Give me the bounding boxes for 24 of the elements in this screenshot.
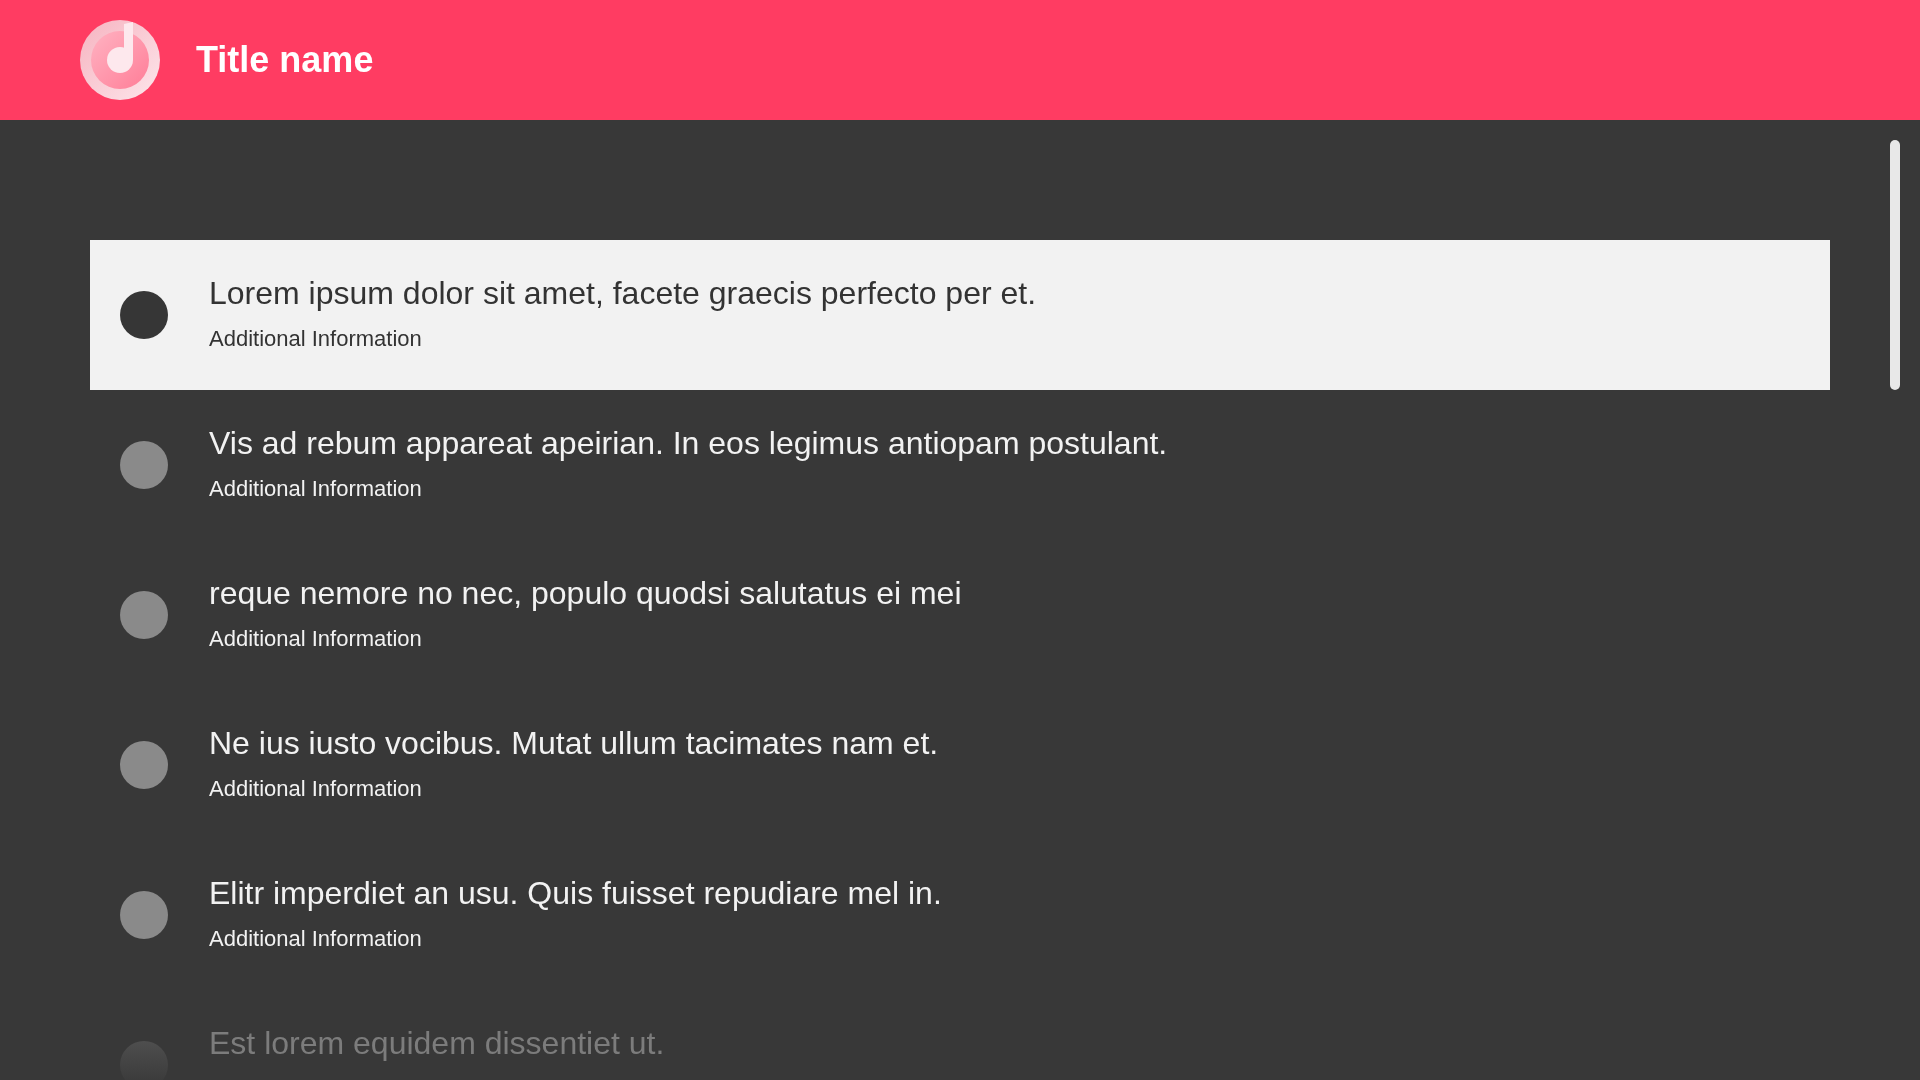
dot-icon <box>120 291 168 339</box>
list-item[interactable]: Lorem ipsum dolor sit amet, facete graecis perfecto per et. Additional Information <box>90 240 1830 390</box>
list-item[interactable]: reque nemore no nec, populo quodsi salutatus ei mei Additional Information <box>90 540 1830 690</box>
app-title: Title name <box>196 38 374 82</box>
list-item[interactable]: Ne ius iusto vocibus. Mutat ullum tacimates nam et. Additional Information <box>90 690 1830 840</box>
item-title: Elitr imperdiet an usu. Quis fuisset repudiare mel in. <box>209 874 942 913</box>
dot-icon <box>120 741 168 789</box>
dot-icon <box>120 891 168 939</box>
dot-icon <box>120 441 168 489</box>
item-title: Vis ad rebum appareat apeirian. In eos legimus antiopam postulant. <box>209 424 1168 463</box>
item-title: Est lorem equidem dissentiet ut. <box>209 1024 665 1063</box>
item-title: reque nemore no nec, populo quodsi salutatus ei mei <box>209 574 962 613</box>
scrollbar-thumb[interactable] <box>1890 140 1900 390</box>
item-subtitle: Additional Information <box>209 925 422 953</box>
item-title: Ne ius iusto vocibus. Mutat ullum tacimates nam et. <box>209 724 939 763</box>
list-item[interactable]: Elitr imperdiet an usu. Quis fuisset repudiare mel in. Additional Information <box>90 840 1830 990</box>
music-note-logo-icon <box>80 20 160 100</box>
item-subtitle: Additional Information <box>209 625 422 653</box>
item-title: Lorem ipsum dolor sit amet, facete graecis perfecto per et. <box>209 274 1037 313</box>
dot-icon <box>120 591 168 639</box>
item-subtitle: Additional Information <box>209 775 422 803</box>
list-item[interactable]: Vis ad rebum appareat apeirian. In eos legimus antiopam postulant. Additional Information <box>90 390 1830 540</box>
item-subtitle: Additional Information <box>209 475 422 503</box>
item-subtitle: Additional Information <box>209 325 422 353</box>
